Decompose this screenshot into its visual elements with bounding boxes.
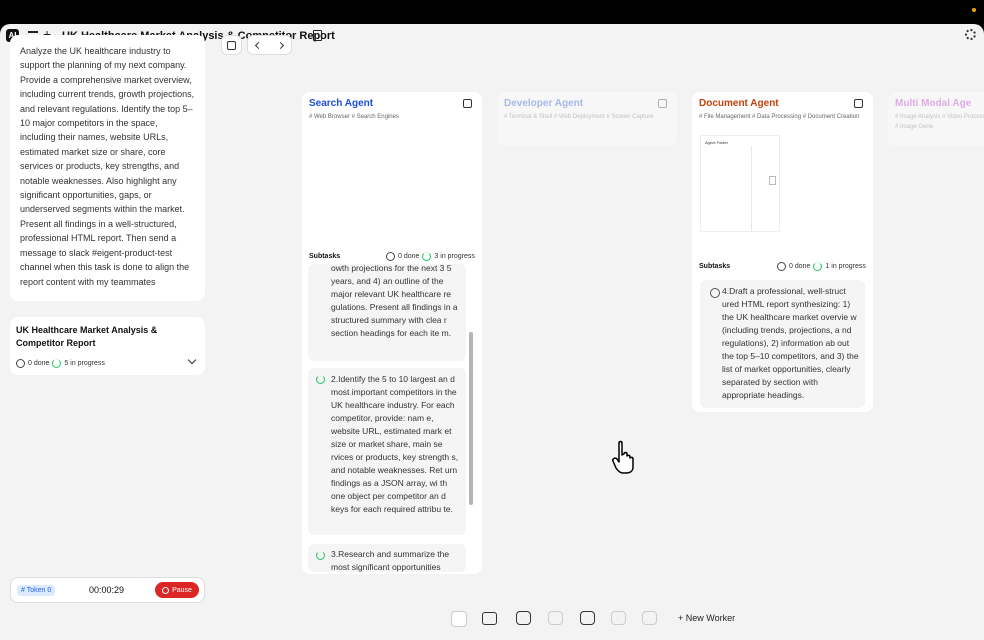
prompt-card: Analyze the UK healthcare industry to su… (10, 35, 205, 301)
hand-cursor-icon (612, 440, 634, 474)
search-agent-name: Search Agent (309, 98, 374, 109)
progress-spinner-icon (316, 375, 325, 384)
task-progress-count: 5 in progress (64, 360, 105, 367)
grid-view-icon[interactable] (451, 611, 467, 627)
preview-divider (751, 146, 752, 231)
check-circle-icon (16, 359, 25, 368)
timer: 00:00:29 (89, 585, 125, 595)
layout-icon (227, 41, 236, 50)
pause-icon (162, 586, 170, 594)
new-worker-label: New Worker (685, 613, 736, 623)
scrollbar[interactable] (469, 332, 473, 505)
done-count: 0 done (789, 263, 811, 270)
subtasks-label: Subtasks (699, 263, 731, 270)
token-badge: # Token 0 (17, 585, 56, 596)
document-preview[interactable]: Agent Folder (700, 135, 780, 232)
subtask-1[interactable]: owth projections for the next 3 5 years,… (308, 264, 466, 361)
search-agent-tags: # Web Browser # Search Engines (309, 114, 399, 120)
chevron-right-icon[interactable] (276, 41, 284, 49)
new-worker-button[interactable]: + New Worker (678, 613, 735, 623)
document-subtask[interactable]: 4.Draft a professional, well-struct ured… (700, 280, 865, 408)
pause-button[interactable]: Pause (155, 582, 199, 598)
progress-spinner-icon (422, 252, 432, 261)
task-summary-card[interactable]: UK Healthcare Market Analysis & Competit… (10, 317, 205, 375)
developer-agent-panel[interactable]: Developer Agent # Terminal & Shell # Web… (497, 92, 677, 146)
search-agent-bot-icon[interactable] (516, 611, 531, 625)
progress-count: 3 in progress (434, 253, 475, 260)
progress-spinner-icon (813, 262, 823, 271)
subtask-2[interactable]: 2.Identify the 5 to 10 largest an d most… (308, 368, 466, 535)
workflow-view-button[interactable] (221, 35, 242, 55)
os-top-strip (0, 0, 984, 24)
control-bar: # Token 0 00:00:29 Pause (10, 577, 205, 603)
subtask-1-text: owth projections for the next 3 5 years,… (331, 264, 458, 338)
agent-navigation (247, 35, 292, 55)
subtask-3[interactable]: 3.Research and summarize the most signif… (308, 544, 466, 572)
preview-header: Agent Folder (705, 140, 728, 145)
multimodal-agent-name: Multi Modal Age (895, 98, 972, 109)
expand-icon[interactable] (463, 99, 472, 108)
document-agent-tags: # File Management # Data Processing # Do… (699, 114, 860, 120)
multimodal-agent-tags: # Image Analysis # Video Processing # Im… (895, 114, 984, 130)
expand-icon[interactable] (854, 99, 863, 108)
check-circle-icon (777, 262, 786, 271)
document-icon[interactable] (313, 30, 322, 41)
task-done-count: 0 done (28, 360, 50, 367)
task-title: UK Healthcare Market Analysis & Competit… (16, 325, 158, 348)
pending-circle-icon (710, 288, 720, 298)
developer-agent-bot-icon[interactable] (548, 611, 563, 625)
document-agent-bot-icon[interactable] (580, 611, 595, 625)
task-status: 0 done 5 in progress (16, 359, 105, 368)
done-count: 0 done (398, 253, 420, 260)
file-icon (769, 176, 776, 185)
social-agent-bot-icon[interactable] (642, 611, 657, 625)
status-dot (972, 8, 976, 12)
subtask-3-text: 3.Research and summarize the most signif… (331, 549, 450, 572)
chevron-left-icon[interactable] (255, 41, 263, 49)
progress-spinner-icon (52, 359, 62, 368)
expand-icon[interactable] (658, 99, 667, 108)
check-circle-icon (386, 252, 395, 261)
multimodal-agent-bot-icon[interactable] (611, 611, 626, 625)
subtasks-stats: 0 done 1 in progress (777, 262, 866, 271)
subtasks-stats: 0 done 3 in progress (386, 252, 475, 261)
subtask-2-text: 2.Identify the 5 to 10 largest an d most… (331, 374, 459, 514)
chevron-down-icon[interactable] (187, 355, 197, 365)
document-subtask-text: 4.Draft a professional, well-struct ured… (722, 286, 859, 400)
progress-count: 1 in progress (825, 263, 866, 270)
pause-label: Pause (172, 586, 192, 594)
multimodal-agent-panel[interactable]: Multi Modal Age # Image Analysis # Video… (888, 92, 984, 146)
progress-spinner-icon (316, 551, 325, 560)
developer-agent-name: Developer Agent (504, 98, 584, 109)
subtasks-label: Subtasks (309, 253, 341, 260)
inbox-icon[interactable] (482, 612, 497, 625)
document-agent-name: Document Agent (699, 98, 779, 109)
gear-icon[interactable] (965, 29, 976, 40)
developer-agent-tags: # Terminal & Shell # Web Deployment # Sc… (504, 114, 654, 120)
